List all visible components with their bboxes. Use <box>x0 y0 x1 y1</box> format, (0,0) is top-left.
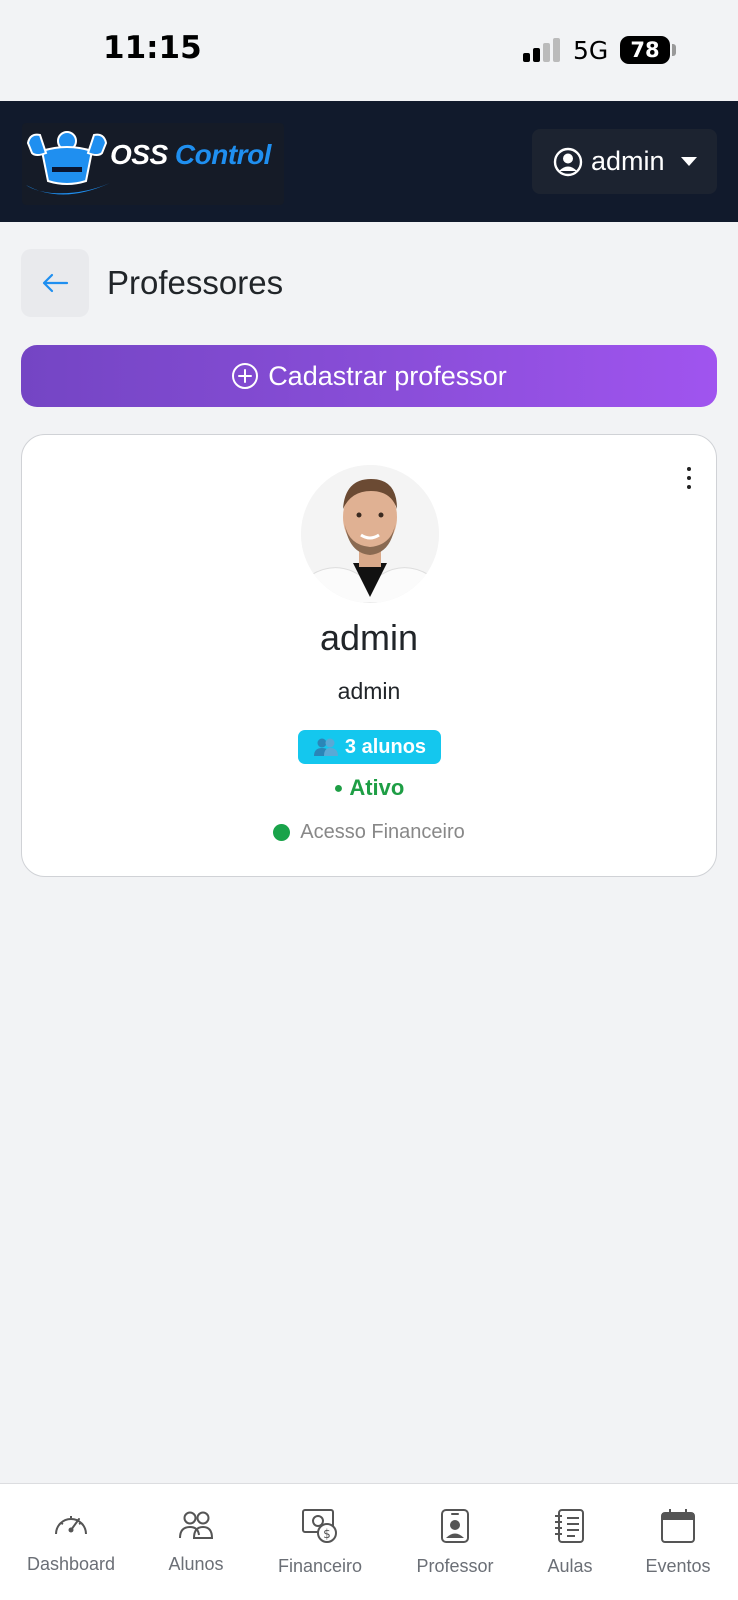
arrow-left-icon <box>42 273 69 293</box>
status-bar: 11:15 5G 78 <box>0 0 738 101</box>
people-icon <box>179 1511 214 1539</box>
user-menu-dropdown[interactable]: admin <box>532 129 717 194</box>
nav-dashboard[interactable]: Dashboard <box>20 1484 122 1600</box>
calendar-icon <box>661 1509 695 1543</box>
caret-down-icon <box>680 157 697 166</box>
user-circle-icon <box>553 147 583 176</box>
nav-aulas[interactable]: Aulas <box>530 1484 610 1600</box>
cash-icon: $ <box>302 1509 337 1543</box>
professor-photo <box>301 465 439 603</box>
avatar <box>301 465 439 603</box>
battery-cap <box>672 44 676 56</box>
nav-professor[interactable]: Professor <box>405 1484 505 1600</box>
person-badge-icon <box>441 1509 469 1543</box>
status-active: ● Ativo <box>333 775 405 800</box>
user-menu-label: admin <box>591 146 665 176</box>
nav-alunos[interactable]: Alunos <box>156 1484 236 1600</box>
people-icon <box>313 738 338 756</box>
battery-icon: 78 <box>620 36 670 64</box>
logo-text: OSS Control <box>110 139 271 170</box>
nav-financeiro[interactable]: $ Financeiro <box>270 1484 370 1600</box>
professor-username: admin <box>337 678 401 704</box>
app-logo[interactable]: OSS Control <box>22 123 284 205</box>
journal-icon <box>555 1509 584 1543</box>
add-professor-label: Cadastrar professor <box>268 360 507 391</box>
speedometer-icon <box>55 1516 87 1535</box>
students-count-badge: 3 alunos <box>298 730 441 764</box>
page-title: Professores <box>107 264 284 301</box>
back-button[interactable] <box>21 249 89 317</box>
professor-name: admin <box>319 617 419 658</box>
svg-text:$: $ <box>323 1527 331 1541</box>
financial-access-label: Acesso Financeiro <box>300 821 465 843</box>
nav-eventos[interactable]: Eventos <box>636 1484 720 1600</box>
financial-access-indicator: Acesso Financeiro <box>22 821 716 844</box>
network-label: 5G <box>573 36 609 65</box>
professor-card[interactable]: admin admin 3 alunos ● Ativo Acesso Finan… <box>21 434 717 877</box>
students-count-label: 3 alunos <box>344 735 427 758</box>
add-professor-button[interactable]: Cadastrar professor <box>21 345 717 407</box>
status-time: 11:15 <box>103 30 202 66</box>
plus-circle-icon <box>232 363 259 389</box>
bottom-nav: Dashboard Alunos $ Financeiro Professor <box>0 1483 738 1600</box>
green-dot-icon <box>273 824 291 841</box>
top-navbar: OSS Control admin <box>0 101 738 222</box>
signal-icon <box>523 38 563 62</box>
fighter-logo-icon <box>26 131 110 195</box>
more-options-icon[interactable] <box>683 467 695 497</box>
